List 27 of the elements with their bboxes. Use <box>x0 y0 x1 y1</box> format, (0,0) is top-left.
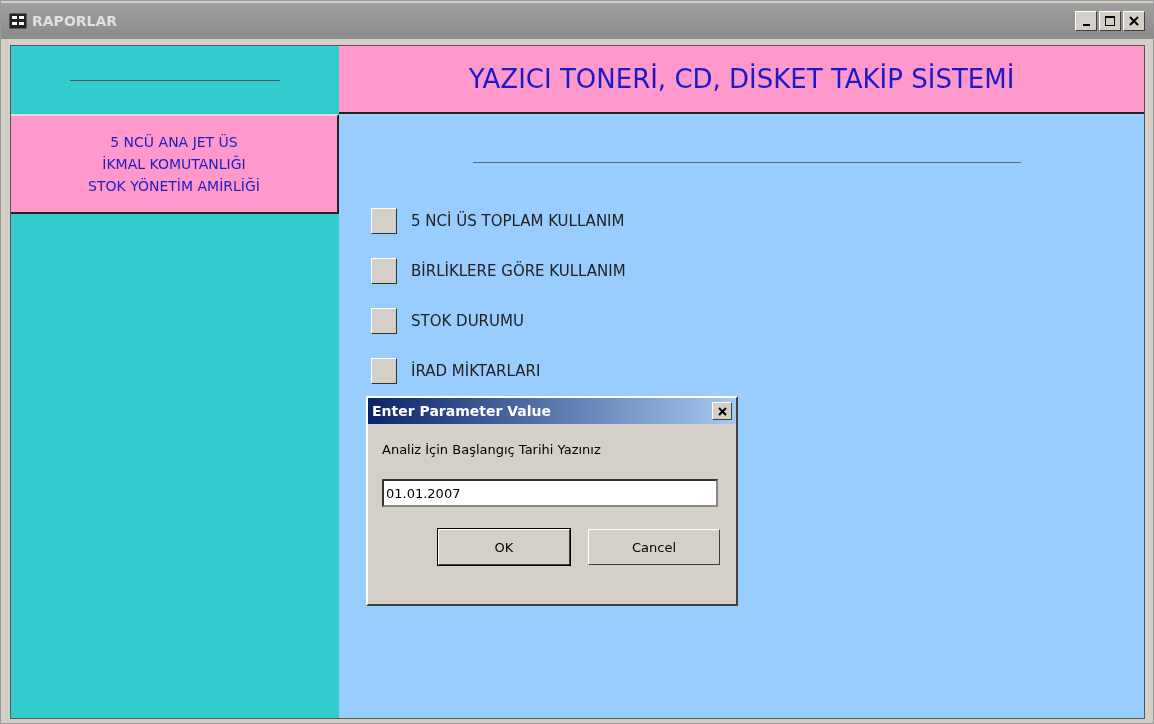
report-button[interactable] <box>371 358 397 384</box>
close-icon <box>1129 16 1139 26</box>
report-button[interactable] <box>371 308 397 334</box>
maximize-button[interactable] <box>1099 11 1121 31</box>
report-button[interactable] <box>371 258 397 284</box>
unit-name-line: İKMAL KOMUTANLIĞI <box>102 154 246 174</box>
report-label: BİRLİKLERE GÖRE KULLANIM <box>411 262 626 280</box>
minimize-icon <box>1082 24 1090 26</box>
report-button[interactable] <box>371 208 397 234</box>
minimize-button[interactable] <box>1075 11 1097 31</box>
maximize-icon <box>1105 16 1115 26</box>
unit-name-line: 5 NCÜ ANA JET ÜS <box>110 133 238 152</box>
close-button[interactable] <box>1123 11 1145 31</box>
dialog-title: Enter Parameter Value <box>372 403 551 419</box>
date-input-field[interactable]: 01.01.2007 <box>382 479 718 507</box>
cancel-button[interactable]: Cancel <box>588 529 720 565</box>
form-icon <box>9 13 27 29</box>
report-label: 5 NCİ ÜS TOPLAM KULLANIM <box>411 212 625 230</box>
app-title: YAZICI TONERİ, CD, DİSKET TAKİP SİSTEMİ <box>468 64 1015 94</box>
window-title: RAPORLAR <box>32 13 118 29</box>
ok-button[interactable]: OK <box>438 529 570 565</box>
close-icon <box>717 406 727 416</box>
prompt-text: Analiz İçin Başlangıç Tarihi Yazınız <box>382 442 602 457</box>
close-button[interactable] <box>712 402 732 420</box>
report-label: İRAD MİKTARLARI <box>411 362 541 380</box>
report-label: STOK DURUMU <box>411 312 524 330</box>
unit-name-line: STOK YÖNETİM AMİRLİĞİ <box>88 176 260 196</box>
